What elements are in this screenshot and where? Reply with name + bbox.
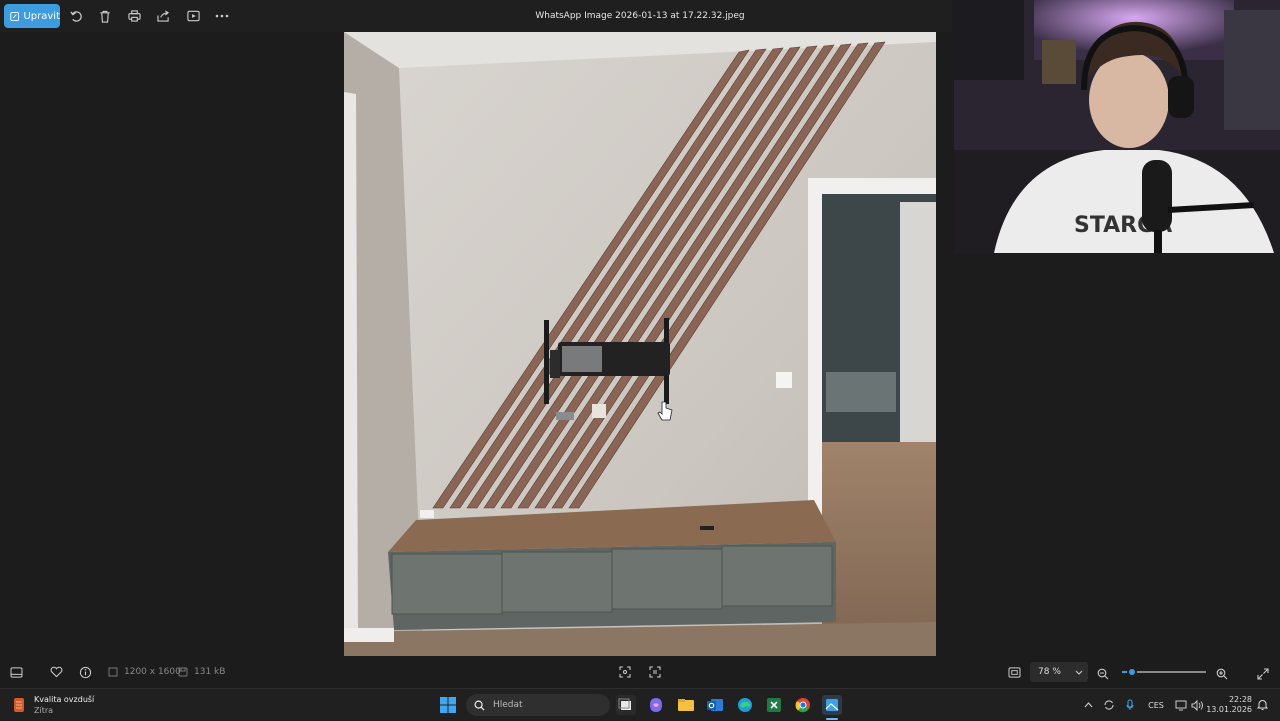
file-explorer-icon[interactable] <box>676 695 696 715</box>
clock[interactable]: 22:28 13.01.2026 <box>1206 689 1252 721</box>
zoom-in-icon[interactable] <box>1216 665 1228 684</box>
filmstrip-icon[interactable] <box>10 656 23 688</box>
widget-title: Kvalita ovzduší <box>34 695 95 704</box>
dimensions-info: 1200 x 1600 <box>108 656 181 688</box>
start-button[interactable] <box>440 689 456 721</box>
info-icon[interactable] <box>79 656 92 688</box>
task-view-icon[interactable] <box>616 695 636 715</box>
photos-app-icon[interactable] <box>822 695 842 715</box>
webcam-overlay: STARGA <box>954 0 1280 253</box>
notifications-icon[interactable] <box>1255 689 1269 721</box>
windows-logo-icon <box>440 697 456 713</box>
taskbar-search[interactable]: Hledat <box>466 694 610 716</box>
volume-icon[interactable] <box>1190 689 1204 721</box>
tv-cabinet <box>388 500 836 630</box>
copilot-icon[interactable] <box>646 695 666 715</box>
file-size-info: 131 kB <box>178 656 225 688</box>
windows-taskbar: Kvalita ovzduší Zítra Hledat CES 22:28 1… <box>0 688 1280 720</box>
favorite-icon[interactable] <box>50 656 63 688</box>
zoom-slider[interactable] <box>1122 667 1206 677</box>
sync-icon[interactable] <box>1102 689 1116 721</box>
fullscreen-icon[interactable] <box>1257 665 1269 684</box>
weather-widget[interactable]: Kvalita ovzduší Zítra <box>12 689 94 721</box>
chevron-up-icon[interactable] <box>1082 689 1094 721</box>
clock-date: 13.01.2026 <box>1206 705 1252 714</box>
photo-viewer-image[interactable] <box>344 32 936 656</box>
clock-time: 22:28 <box>1228 695 1252 704</box>
crop-icon[interactable] <box>619 656 631 688</box>
network-icon[interactable] <box>1174 689 1188 721</box>
outlook-icon[interactable] <box>705 695 725 715</box>
file-title: WhatsApp Image 2026-01-13 at 17.22.32.jp… <box>535 11 745 21</box>
image-size-icon <box>108 667 118 677</box>
chevron-down-icon <box>1075 670 1083 675</box>
zoom-out-icon[interactable] <box>1097 665 1109 684</box>
file-size-icon <box>178 667 188 677</box>
zoom-level: 78 % <box>1038 667 1061 677</box>
chrome-icon[interactable] <box>793 695 813 715</box>
visual-search-icon[interactable] <box>649 656 661 688</box>
fit-to-window-icon[interactable] <box>1008 656 1021 688</box>
search-icon <box>474 700 485 711</box>
excel-icon[interactable] <box>764 695 784 715</box>
search-placeholder: Hledat <box>493 700 523 710</box>
file-size: 131 kB <box>194 667 226 677</box>
status-bar: 1200 x 1600 131 kB <box>0 656 1280 688</box>
microphone-icon[interactable] <box>1124 689 1136 721</box>
air-quality-icon <box>14 698 24 712</box>
input-language[interactable]: CES <box>1144 689 1168 721</box>
webcam-feed: STARGA <box>954 0 1280 253</box>
image-dimensions: 1200 x 1600 <box>124 667 181 677</box>
room-photo <box>344 32 936 656</box>
zoom-level-dropdown[interactable]: 78 % <box>1030 662 1088 682</box>
widget-subtitle: Zítra <box>34 706 54 715</box>
edge-icon[interactable] <box>735 695 755 715</box>
